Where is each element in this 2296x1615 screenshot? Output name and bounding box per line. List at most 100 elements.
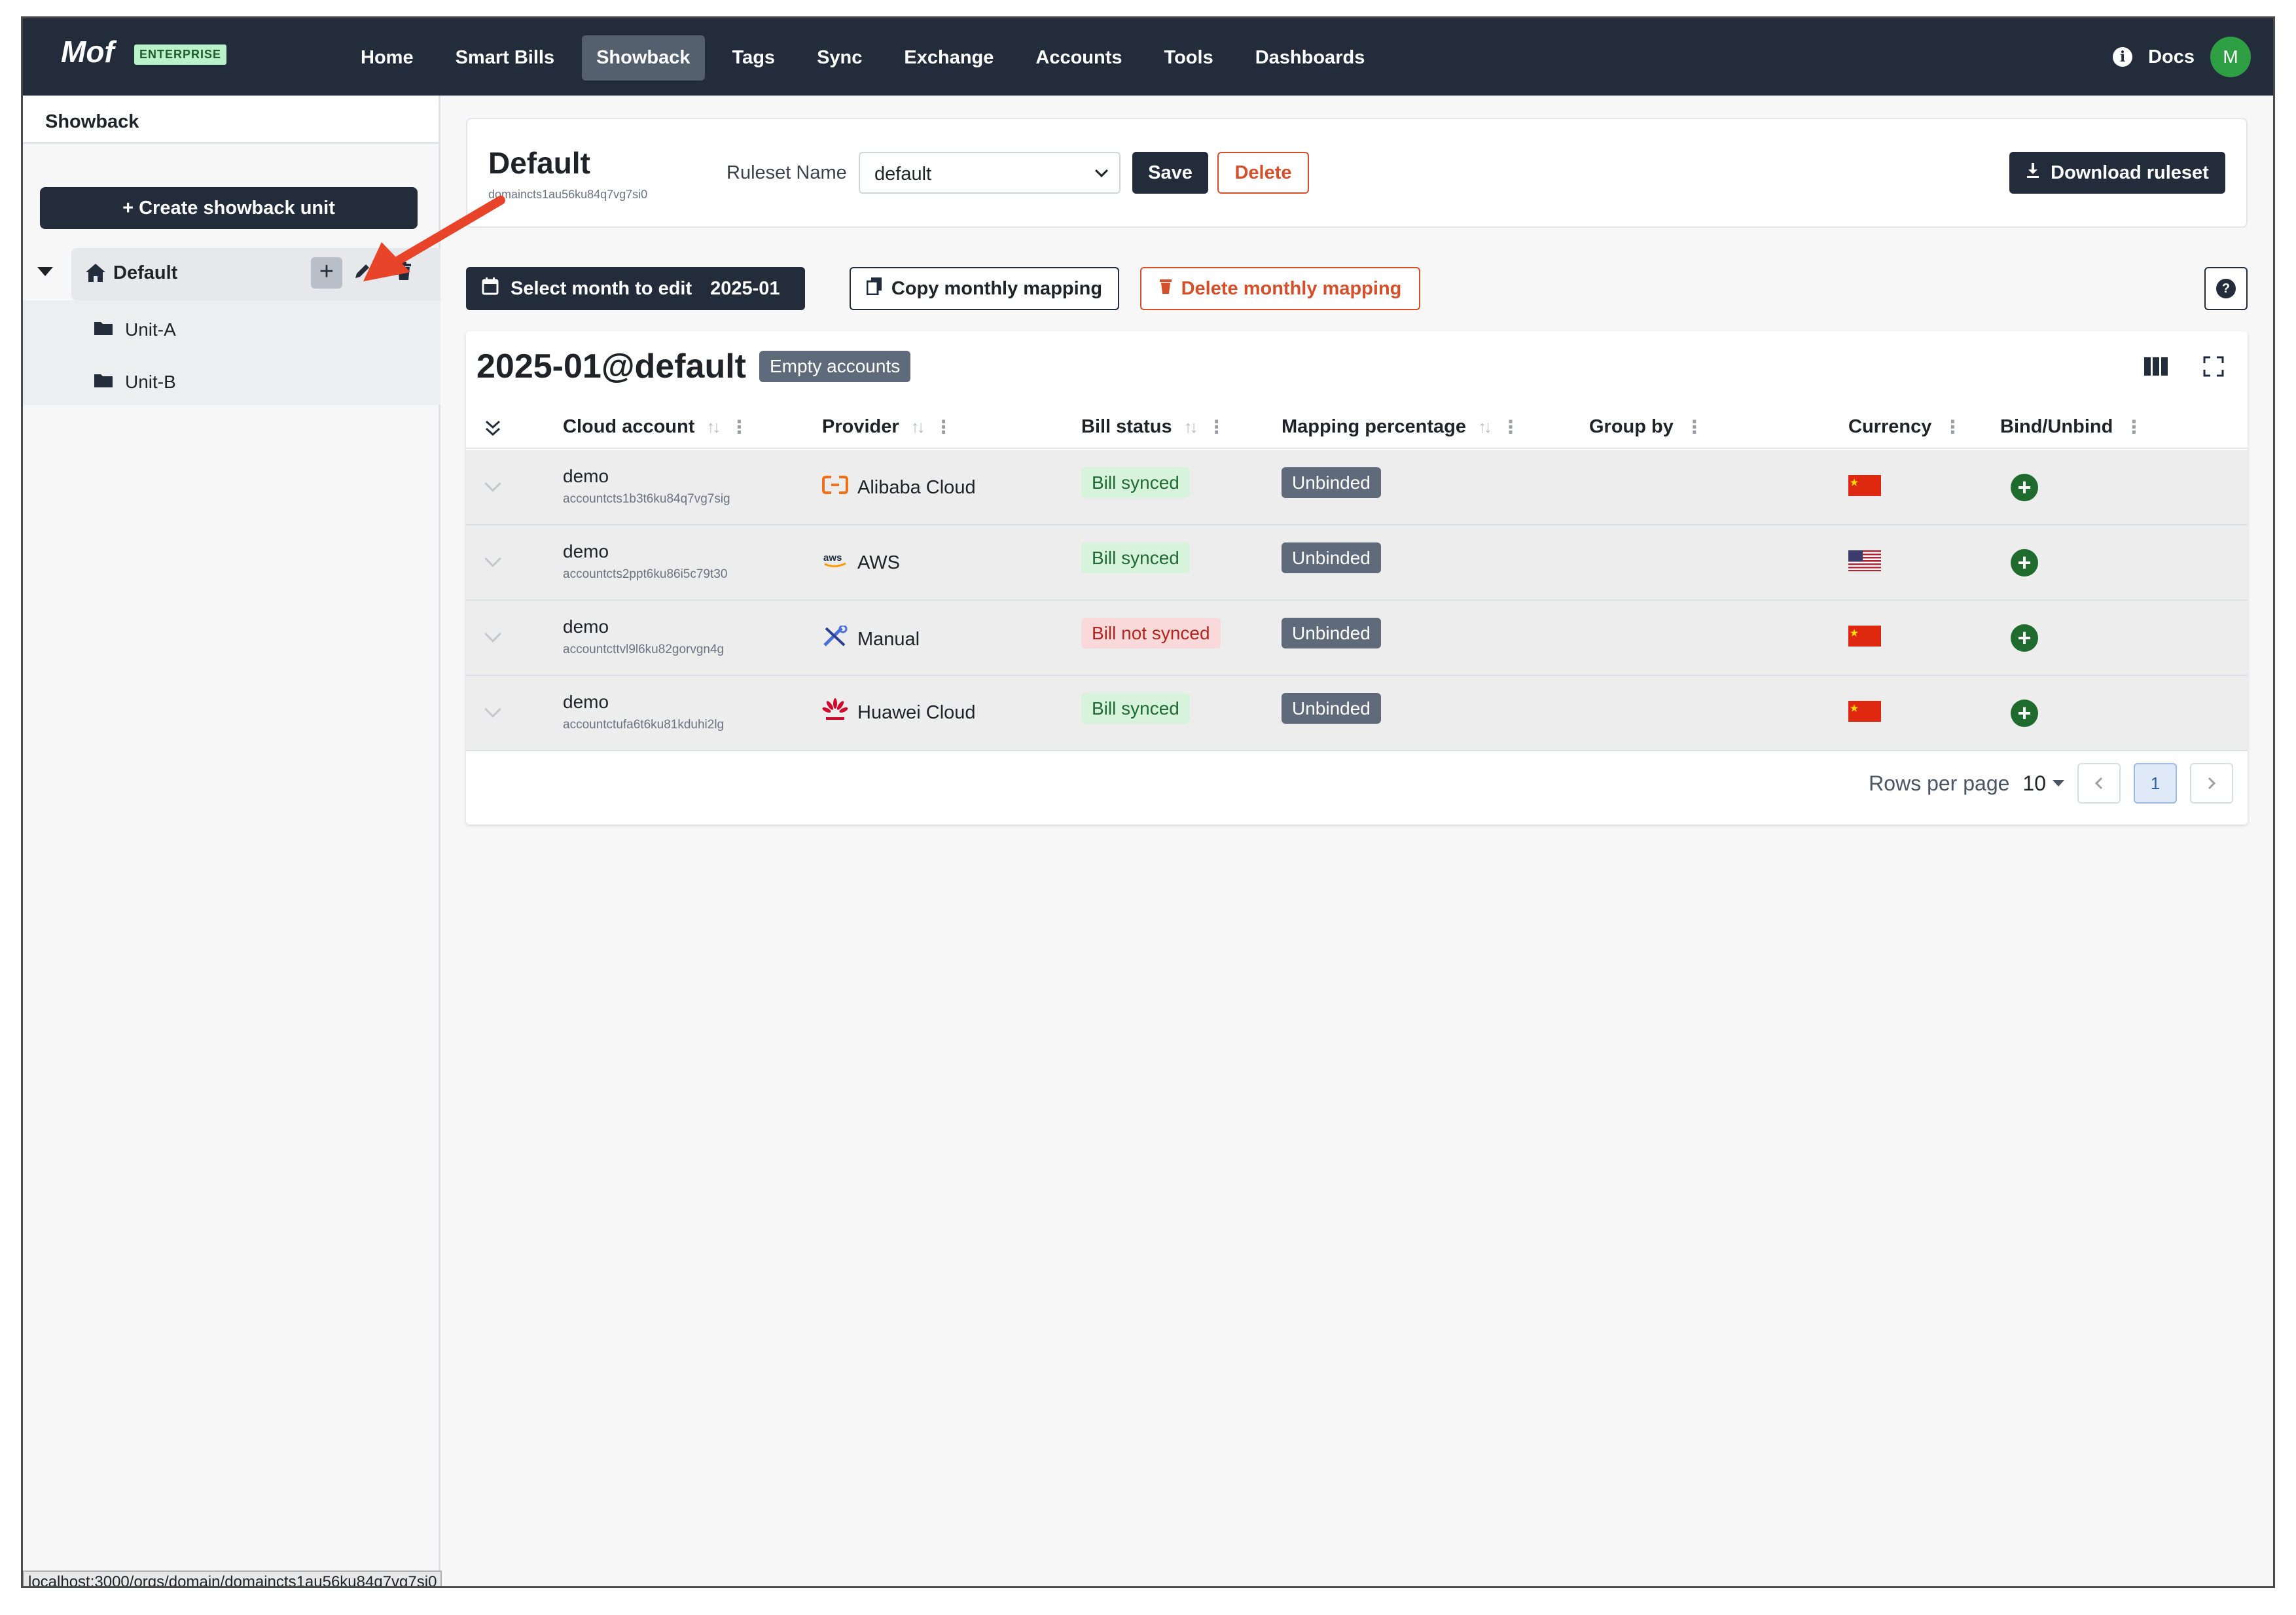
expand-all-icon[interactable]: [484, 419, 501, 438]
bind-plus-icon[interactable]: +: [2011, 474, 2038, 501]
help-button[interactable]: ?: [2204, 267, 2248, 310]
table-row[interactable]: demo accountcts2ppt6ku86i5c79t30 aws AWS…: [466, 525, 2248, 601]
column-header-bind-unbind[interactable]: Bind/Unbind ⋮: [2000, 416, 2143, 438]
table-title: 2025-01@default: [476, 347, 746, 385]
account-id: accountcttvl9l6ku82gorvgn4g: [563, 643, 725, 656]
bind-plus-icon[interactable]: +: [2011, 700, 2038, 727]
delete-monthly-mapping-button[interactable]: Delete monthly mapping: [1140, 267, 1420, 310]
cloud-account-cell: demo accountctufa6t6ku81kduhi2lg: [563, 692, 724, 732]
folder-icon: [94, 319, 113, 340]
mapping-status-badge: Unbinded: [1282, 542, 1381, 573]
avatar[interactable]: M: [2210, 37, 2251, 77]
usa-flag-icon: [1848, 550, 1881, 571]
table-row[interactable]: demo accountcttvl9l6ku82gorvgn4g Manual …: [466, 601, 2248, 676]
nav-smart-bills[interactable]: Smart Bills: [441, 35, 569, 80]
next-page-button[interactable]: [2190, 763, 2233, 804]
column-menu-icon[interactable]: ⋮: [1943, 416, 1962, 438]
column-menu-icon[interactable]: ⋮: [1208, 416, 1226, 438]
info-icon[interactable]: i: [2113, 47, 2133, 67]
mapping-cell: Unbinded: [1282, 618, 1381, 648]
bill-status-cell: Bill synced: [1081, 693, 1190, 724]
nav-sync[interactable]: Sync: [802, 35, 876, 80]
mapping-status-badge: Unbinded: [1282, 618, 1381, 648]
tree-node-label: Default: [113, 262, 178, 283]
column-header-currency[interactable]: Currency ⋮: [1848, 416, 1962, 438]
provider-name: Manual: [857, 628, 920, 650]
fullscreen-icon[interactable]: [2203, 356, 2224, 380]
tree-node-unit-b[interactable]: Unit-B: [94, 356, 440, 408]
nav-dashboards[interactable]: Dashboards: [1241, 35, 1380, 80]
previous-page-button[interactable]: [2077, 763, 2121, 804]
folder-icon: [94, 372, 113, 393]
column-header-provider[interactable]: Provider ↑↓ ⋮: [822, 416, 953, 438]
table-row[interactable]: demo accountcts1b3t6ku84q7vg7sig Alibaba…: [466, 450, 2248, 525]
tree-collapse-caret-icon[interactable]: [37, 267, 53, 276]
sort-icon[interactable]: ↑↓: [1478, 417, 1492, 437]
mapping-status-badge: Unbinded: [1282, 467, 1381, 498]
row-expand-chevron-icon[interactable]: [484, 550, 501, 567]
copy-monthly-mapping-button[interactable]: Copy monthly mapping: [850, 267, 1119, 310]
download-icon: [2026, 162, 2040, 184]
nav-accounts[interactable]: Accounts: [1021, 35, 1136, 80]
sort-icon[interactable]: ↑↓: [706, 417, 721, 437]
column-header-mapping-percentage[interactable]: Mapping percentage ↑↓ ⋮: [1282, 416, 1520, 438]
nav-links: Home Smart Bills Showback Tags Sync Exch…: [346, 35, 1392, 80]
bill-status-badge: Bill not synced: [1081, 618, 1221, 648]
save-button[interactable]: Save: [1132, 152, 1208, 194]
browser-frame: Mof ENTERPRISE Home Smart Bills Showback…: [21, 16, 2275, 1588]
column-menu-icon[interactable]: ⋮: [1685, 416, 1704, 438]
ruleset-name-label: Ruleset Name: [726, 162, 847, 183]
column-header-group-by[interactable]: Group by ⋮: [1589, 416, 1704, 438]
bill-status-badge: Bill synced: [1081, 693, 1190, 724]
rows-per-page-value: 10: [2022, 771, 2046, 795]
column-menu-icon[interactable]: ⋮: [935, 416, 953, 438]
download-ruleset-button[interactable]: Download ruleset: [2009, 152, 2225, 194]
provider-cell: Huawei Cloud: [822, 698, 976, 727]
add-child-unit-button[interactable]: +: [311, 257, 342, 289]
column-menu-icon[interactable]: ⋮: [1501, 416, 1520, 438]
accounts-table-card: 2025-01@default Empty accounts Cloud acc…: [466, 331, 2248, 825]
columns-icon[interactable]: [2143, 356, 2169, 380]
row-expand-chevron-icon[interactable]: [484, 626, 501, 643]
china-flag-icon: [1848, 701, 1881, 722]
rows-per-page-select[interactable]: 10: [2022, 772, 2064, 796]
column-header-label: Bill status: [1081, 416, 1172, 437]
table-row[interactable]: demo accountctufa6t6ku81kduhi2lg Huawei …: [466, 676, 2248, 751]
row-expand-chevron-icon[interactable]: [484, 475, 501, 492]
column-menu-icon[interactable]: ⋮: [730, 416, 748, 438]
ruleset-select[interactable]: default: [859, 152, 1121, 194]
cloud-account-cell: demo accountcts1b3t6ku84q7vg7sig: [563, 466, 730, 506]
row-expand-chevron-icon[interactable]: [484, 701, 501, 718]
sort-icon[interactable]: ↑↓: [911, 417, 925, 437]
empty-accounts-badge[interactable]: Empty accounts: [759, 351, 911, 382]
column-menu-icon[interactable]: ⋮: [2125, 416, 2143, 438]
column-header-bill-status[interactable]: Bill status ↑↓ ⋮: [1081, 416, 1226, 438]
rows-per-page-label: Rows per page: [1869, 771, 2010, 795]
mapping-cell: Unbinded: [1282, 467, 1381, 498]
column-header-cloud-account[interactable]: Cloud account ↑↓ ⋮: [563, 416, 748, 438]
account-name: demo: [563, 541, 609, 561]
page-button-current[interactable]: 1: [2134, 763, 2177, 804]
delete-button[interactable]: Delete: [1217, 152, 1309, 194]
mapping-cell: Unbinded: [1282, 693, 1381, 724]
nav-home[interactable]: Home: [346, 35, 428, 80]
svg-text:aws: aws: [823, 552, 842, 563]
docs-link[interactable]: Docs: [2148, 46, 2195, 68]
nav-tools[interactable]: Tools: [1150, 35, 1228, 80]
china-flag-icon: [1848, 475, 1881, 496]
ruleset-header-card: Default domaincts1au56ku84q7vg7si0 Rules…: [466, 118, 2248, 228]
chevron-right-icon: [2208, 777, 2216, 790]
bind-plus-icon[interactable]: +: [2011, 624, 2038, 652]
nav-tags[interactable]: Tags: [718, 35, 790, 80]
page-title: Default: [488, 146, 590, 180]
sort-icon[interactable]: ↑↓: [1184, 417, 1198, 437]
bind-plus-icon[interactable]: +: [2011, 549, 2038, 577]
nav-right: i Docs M: [2113, 37, 2251, 77]
nav-exchange[interactable]: Exchange: [889, 35, 1008, 80]
tree-node-unit-a[interactable]: Unit-A: [94, 304, 440, 356]
bind-cell: +: [2011, 700, 2038, 727]
app-logo[interactable]: Mof: [61, 34, 115, 69]
column-header-label: Bind/Unbind: [2000, 416, 2113, 437]
nav-showback[interactable]: Showback: [582, 35, 705, 80]
account-id: accountcts2ppt6ku86i5c79t30: [563, 567, 728, 581]
